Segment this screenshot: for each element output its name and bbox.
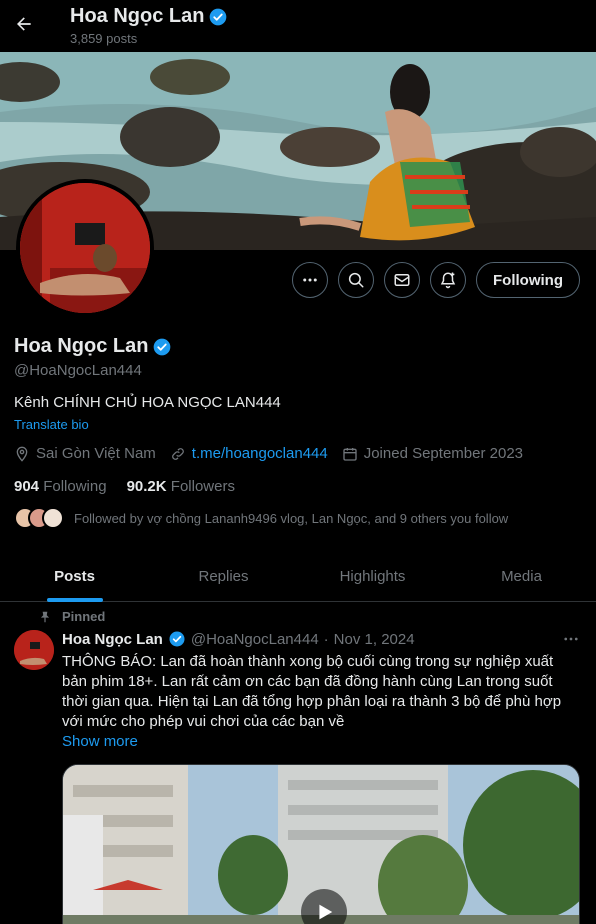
notify-button[interactable] bbox=[430, 262, 467, 298]
tab-label: Replies bbox=[198, 568, 249, 585]
followers-label: Followers bbox=[170, 478, 235, 495]
joined-date: Joined September 2023 bbox=[342, 445, 523, 462]
pin-icon bbox=[40, 611, 50, 622]
profile-actions: Following bbox=[292, 262, 580, 298]
profile-meta: Sai Gòn Việt Nam t.me/hoangoclan444 Join… bbox=[14, 445, 523, 462]
post-date[interactable]: Nov 1, 2024 bbox=[334, 631, 415, 648]
avatar-image bbox=[20, 183, 150, 313]
link-icon bbox=[171, 447, 184, 460]
translate-bio-link[interactable]: Translate bio bbox=[14, 417, 89, 432]
followed-by-avatars bbox=[14, 507, 64, 529]
following-count: 904 bbox=[14, 478, 40, 495]
profile-name: Hoa Ngọc Lan bbox=[14, 335, 149, 357]
tab-label: Media bbox=[501, 568, 542, 585]
more-icon bbox=[303, 278, 317, 282]
post-text: THÔNG BÁO: Lan đã hoàn thành xong bộ cuố… bbox=[62, 653, 562, 730]
verified-badge-icon bbox=[210, 8, 227, 25]
profile-bio: Kênh CHÍNH CHỦ HOA NGỌC LAN444 bbox=[14, 394, 281, 411]
website: t.me/hoangoclan444 bbox=[170, 445, 328, 462]
joined-text: Joined September 2023 bbox=[363, 445, 523, 462]
search-button[interactable] bbox=[338, 262, 375, 298]
profile-name-row: Hoa Ngọc Lan bbox=[14, 335, 172, 358]
profile-avatar[interactable] bbox=[16, 179, 154, 317]
tab-replies[interactable]: Replies bbox=[149, 552, 298, 601]
followed-by-text: Followed by vợ chồng Lananh9496 vlog, La… bbox=[74, 510, 509, 526]
location-text: Sai Gòn Việt Nam bbox=[36, 445, 156, 462]
followers-stat[interactable]: 90.2K Followers bbox=[127, 478, 235, 495]
post-header: Hoa Ngọc Lan @HoaNgocLan444 · Nov 1, 202… bbox=[62, 630, 415, 648]
post-avatar[interactable] bbox=[14, 630, 54, 670]
show-more-link[interactable]: Show more bbox=[62, 733, 138, 750]
tab-highlights[interactable]: Highlights bbox=[298, 552, 447, 601]
post-count: 3,859 posts bbox=[70, 31, 138, 46]
following-label: Following bbox=[43, 478, 107, 495]
post-author-name[interactable]: Hoa Ngọc Lan bbox=[62, 631, 163, 648]
follower-avatar bbox=[42, 507, 64, 529]
tab-label: Highlights bbox=[339, 568, 406, 585]
search-icon bbox=[348, 272, 364, 288]
more-button[interactable] bbox=[292, 262, 329, 298]
back-arrow-icon bbox=[17, 17, 31, 31]
post-author-handle[interactable]: @HoaNgocLan444 bbox=[191, 631, 319, 648]
following-stat[interactable]: 904 Following bbox=[14, 478, 107, 495]
post-separator: · bbox=[323, 630, 329, 648]
more-icon bbox=[564, 637, 578, 641]
following-button[interactable]: Following bbox=[476, 262, 580, 298]
pinned-label: Pinned bbox=[38, 609, 105, 624]
verified-badge-icon bbox=[169, 631, 185, 647]
calendar-icon bbox=[343, 447, 357, 461]
message-icon bbox=[394, 274, 410, 286]
location: Sai Gòn Việt Nam bbox=[14, 445, 156, 462]
tab-media[interactable]: Media bbox=[447, 552, 596, 601]
message-button[interactable] bbox=[384, 262, 421, 298]
tab-label: Posts bbox=[54, 568, 95, 585]
followers-count: 90.2K bbox=[126, 478, 167, 495]
website-link[interactable]: t.me/hoangoclan444 bbox=[192, 445, 328, 462]
profile-handle: @HoaNgocLan444 bbox=[14, 362, 142, 379]
post-media-video[interactable] bbox=[62, 764, 580, 924]
post-avatar-image bbox=[14, 630, 54, 670]
profile-stats: 904 Following 90.2K Followers bbox=[14, 478, 235, 495]
pinned-text: Pinned bbox=[62, 609, 106, 624]
header-name: Hoa Ngọc Lan bbox=[70, 5, 205, 27]
post-more-button[interactable] bbox=[562, 630, 580, 653]
play-icon bbox=[319, 904, 333, 920]
location-pin-icon bbox=[16, 446, 28, 462]
top-bar: Hoa Ngọc Lan 3,859 posts bbox=[0, 0, 596, 52]
header-title: Hoa Ngọc Lan bbox=[70, 5, 228, 28]
followed-by[interactable]: Followed by vợ chồng Lananh9496 vlog, La… bbox=[14, 507, 508, 529]
profile-tabs: Posts Replies Highlights Media bbox=[0, 552, 596, 602]
tab-posts[interactable]: Posts bbox=[0, 552, 149, 602]
verified-badge-icon bbox=[154, 338, 171, 355]
back-button[interactable] bbox=[10, 10, 38, 38]
notify-icon bbox=[440, 272, 456, 289]
active-tab-indicator bbox=[46, 598, 103, 602]
